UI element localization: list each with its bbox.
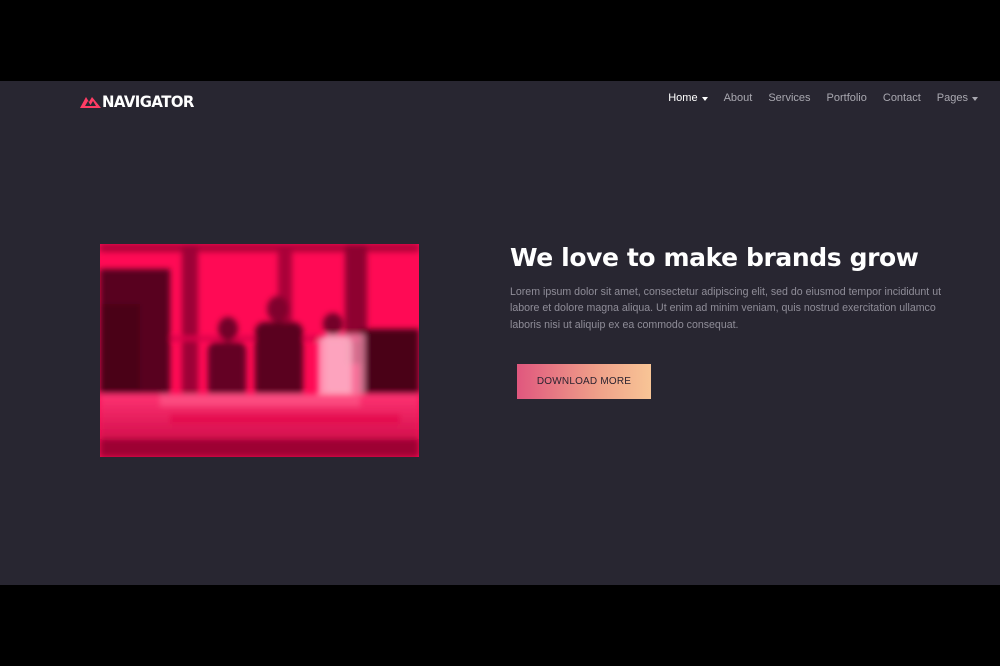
letterbox-bottom — [0, 585, 1000, 666]
nav-item-services[interactable]: Services — [768, 92, 810, 104]
hero-description: Lorem ipsum dolor sit amet, consectetur … — [510, 286, 942, 331]
nav-item-label: Contact — [882, 92, 921, 104]
nav-item-contact[interactable]: Contact — [883, 92, 921, 104]
letterbox-top — [0, 0, 1000, 81]
nav-item-label: Pages — [936, 92, 968, 104]
hero-image — [100, 244, 419, 457]
nav-item-home[interactable]: Home — [668, 92, 708, 104]
nav-item-label: Services — [768, 92, 811, 104]
mountain-triangle-logo-icon — [80, 97, 101, 108]
navbar: NAVIGATOR Home About Services Portfolio … — [0, 81, 1000, 121]
nav-item-label: Home — [668, 92, 698, 104]
caret-down-icon — [972, 96, 978, 101]
office-team-photo — [100, 244, 419, 457]
brand-link[interactable]: NAVIGATOR — [80, 90, 201, 112]
download-more-button[interactable]: DOWNLOAD MORE — [517, 364, 651, 399]
nav-menu: Home About Services Portfolio Contact Pa… — [652, 92, 978, 104]
nav-item-pages[interactable]: Pages — [937, 92, 978, 104]
hero-title: We love to make brands grow — [510, 243, 919, 272]
caret-down-icon — [701, 96, 708, 101]
nav-item-portfolio[interactable]: Portfolio — [827, 92, 867, 104]
nav-item-label: About — [723, 92, 753, 104]
page-viewport: NAVIGATOR Home About Services Portfolio … — [0, 81, 1000, 585]
nav-item-about[interactable]: About — [724, 92, 753, 104]
nav-item-label: Portfolio — [826, 92, 867, 104]
brand-name: NAVIGATOR — [102, 91, 194, 111]
